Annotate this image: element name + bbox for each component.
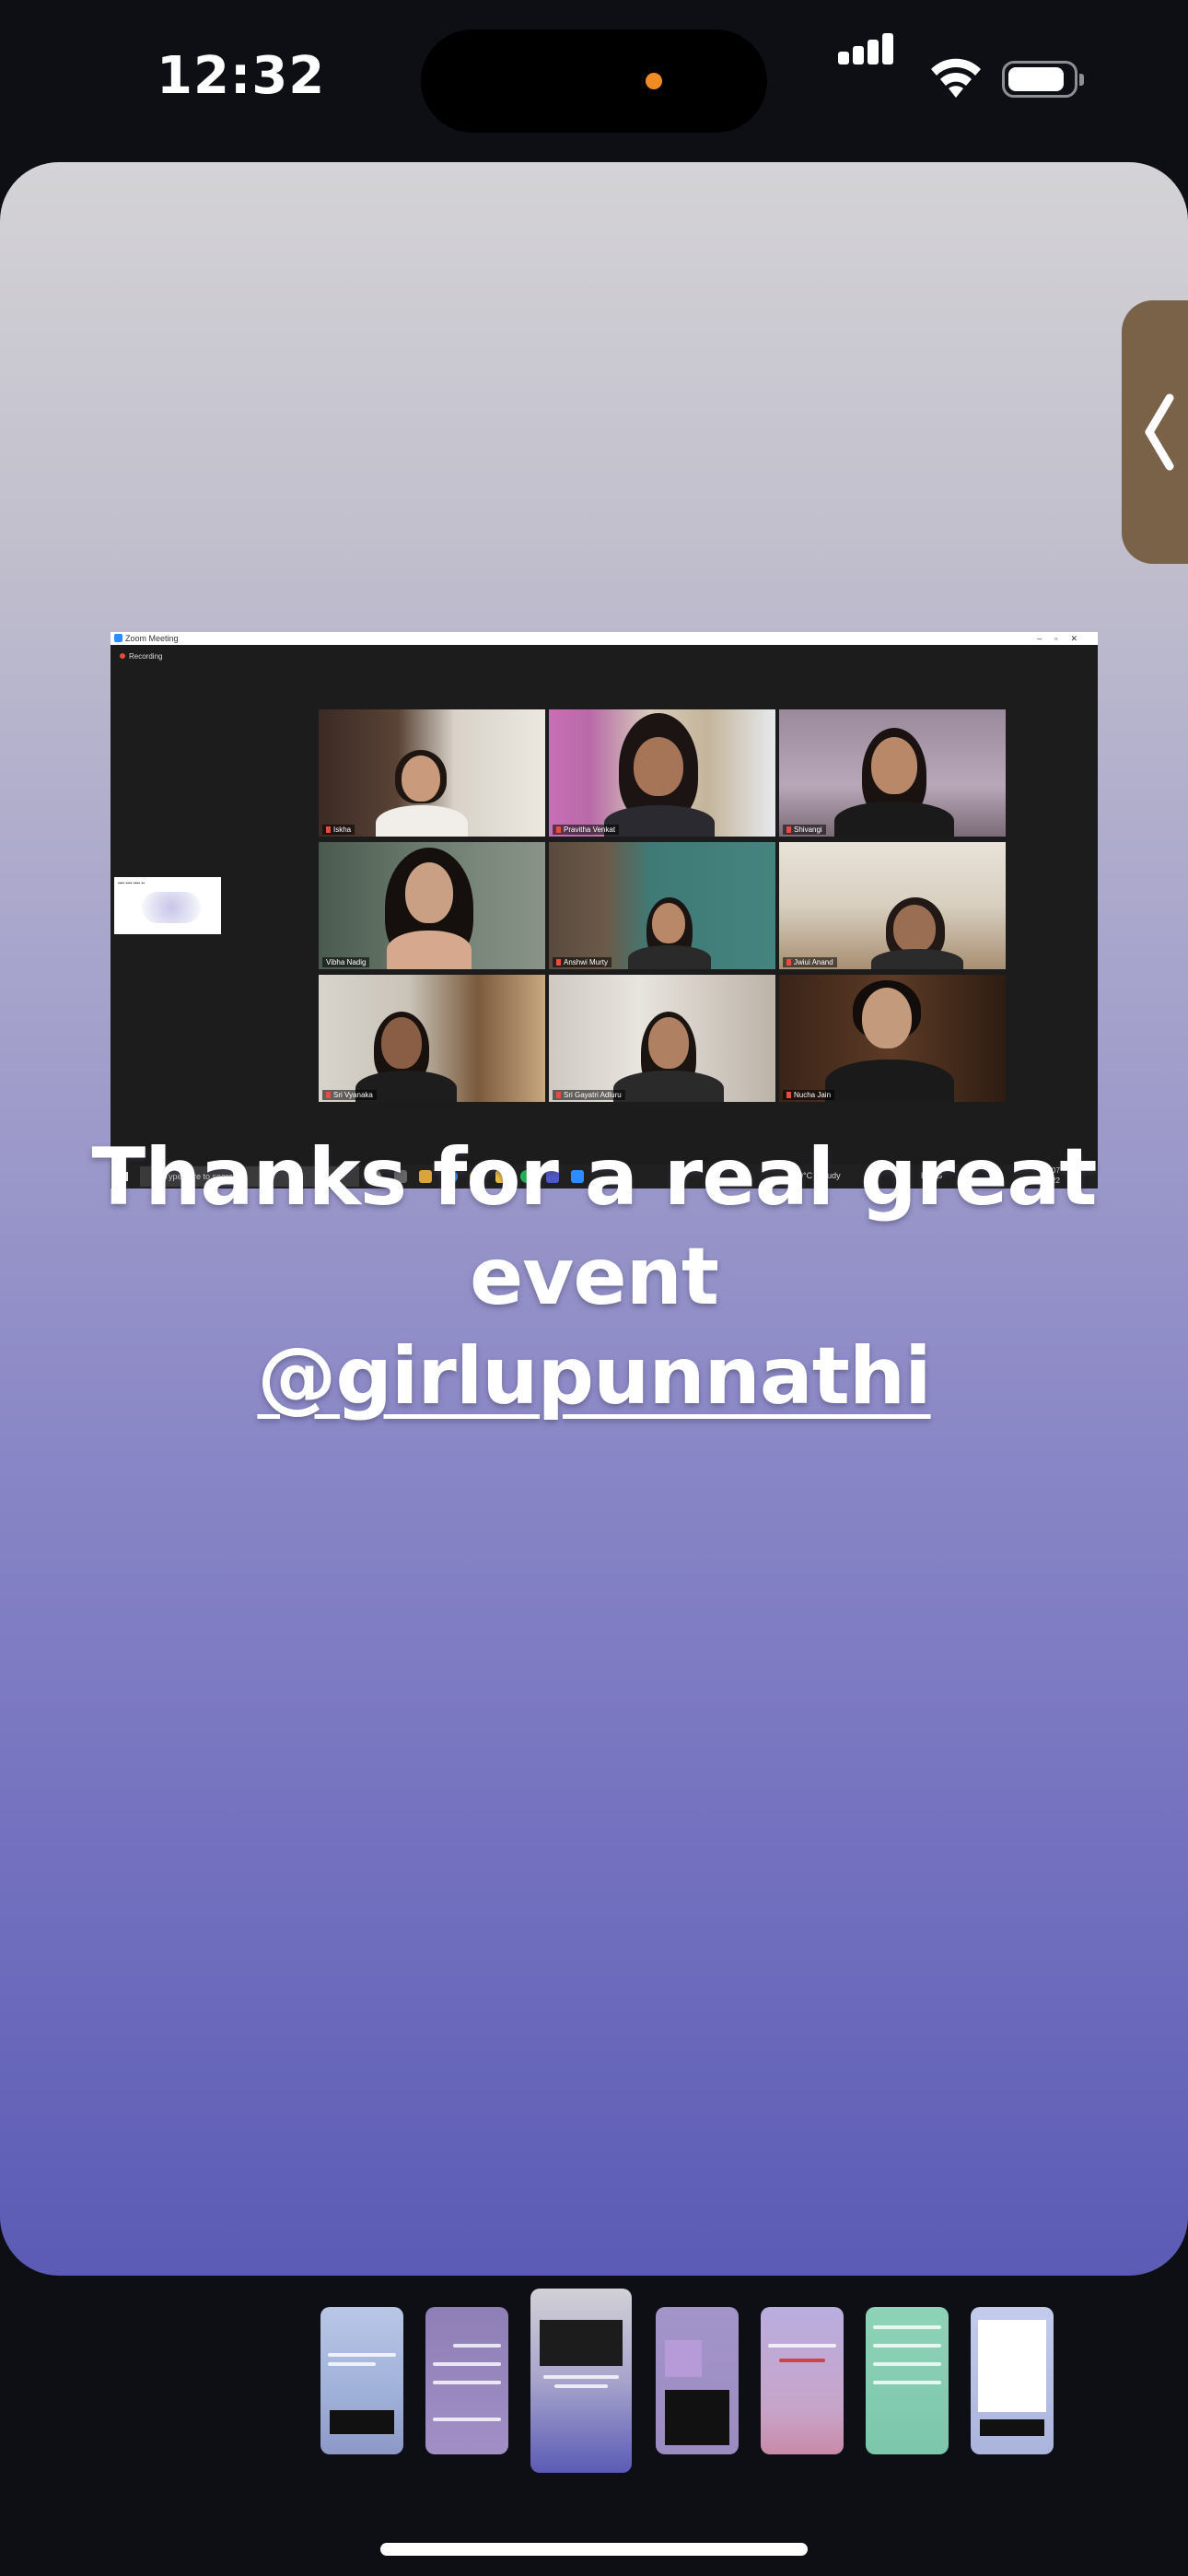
video-tile: Vibha Nadig [319,842,545,969]
video-tile: Sri Vyanaka [319,975,545,1102]
participant-name-tag: Jwiui Anand [783,957,837,967]
story-thumbnail[interactable] [656,2307,739,2454]
story-thumbnail[interactable] [971,2307,1054,2454]
participant-name-tag: Sri Vyanaka [322,1090,377,1100]
story-caption-line: Thanks for a real great event [91,1131,1098,1323]
video-tile: Nucha Jain [779,975,1006,1102]
story-thumbnail-current[interactable] [530,2289,632,2473]
zoom-titlebar: Zoom Meeting –▫✕ [111,632,1098,645]
story-mention-link[interactable]: @girlupunnathi [257,1330,931,1423]
status-icons [838,33,1087,104]
word-cloud-image [142,892,201,923]
zoom-window-title: Zoom Meeting [125,634,179,643]
shared-content-thumbnail: ▪▪▪▪ ▪▪▪▪ ▪▪▪▪ ▪▪ [114,877,221,934]
story-caption: Thanks for a real great event @girlupunn… [0,1128,1188,1426]
participant-name-tag: Vibha Nadig [322,957,370,967]
video-tile: Jwiui Anand [779,842,1006,969]
window-controls: –▫✕ [1037,634,1090,643]
participant-name-tag: Shivangi [783,825,826,835]
video-tile: Sri Gayatri Adluru [549,975,775,1102]
zoom-app-icon [114,634,122,642]
wifi-icon [928,57,984,104]
side-panel-handle[interactable] [1122,300,1188,564]
video-tile: Anshwi Murty [549,842,775,969]
story-thumbnail[interactable] [761,2307,844,2454]
shared-content-title: ▪▪▪▪ ▪▪▪▪ ▪▪▪▪ ▪▪ [118,881,145,886]
story-thumbnail[interactable] [320,2307,403,2454]
story-card[interactable]: Zoom Meeting –▫✕ Recording ▪▪▪▪ ▪▪▪▪ ▪▪▪… [0,162,1188,2276]
story-thumbnail[interactable] [866,2307,949,2454]
privacy-indicator-dot [646,73,662,89]
story-thumbnail[interactable] [425,2307,508,2454]
battery-icon [1002,61,1084,98]
participant-name-tag: Nucha Jain [783,1090,835,1100]
video-tile-active-speaker: Shivangi [779,709,1006,837]
recording-label: Recording [129,652,163,661]
video-tile: Iskha [319,709,545,837]
home-indicator[interactable] [380,2543,808,2556]
recording-indicator: Recording [120,652,162,661]
story-thumbnail-tray [0,2285,1188,2497]
video-grid: Iskha Pravitha Venkat Shivangi Vibha Nad… [319,709,1009,1102]
participant-name-tag: Sri Gayatri Adluru [553,1090,625,1100]
dynamic-island [421,29,767,133]
participant-name-tag: Anshwi Murty [553,957,612,967]
video-tile: Pravitha Venkat [549,709,775,837]
zoom-meeting-screenshot: Zoom Meeting –▫✕ Recording ▪▪▪▪ ▪▪▪▪ ▪▪▪… [111,632,1098,1188]
status-bar-time: 12:32 [157,46,326,106]
participant-name-tag: Iskha [322,825,355,835]
participant-name-tag: Pravitha Venkat [553,825,620,835]
chevron-left-icon [1145,393,1174,471]
